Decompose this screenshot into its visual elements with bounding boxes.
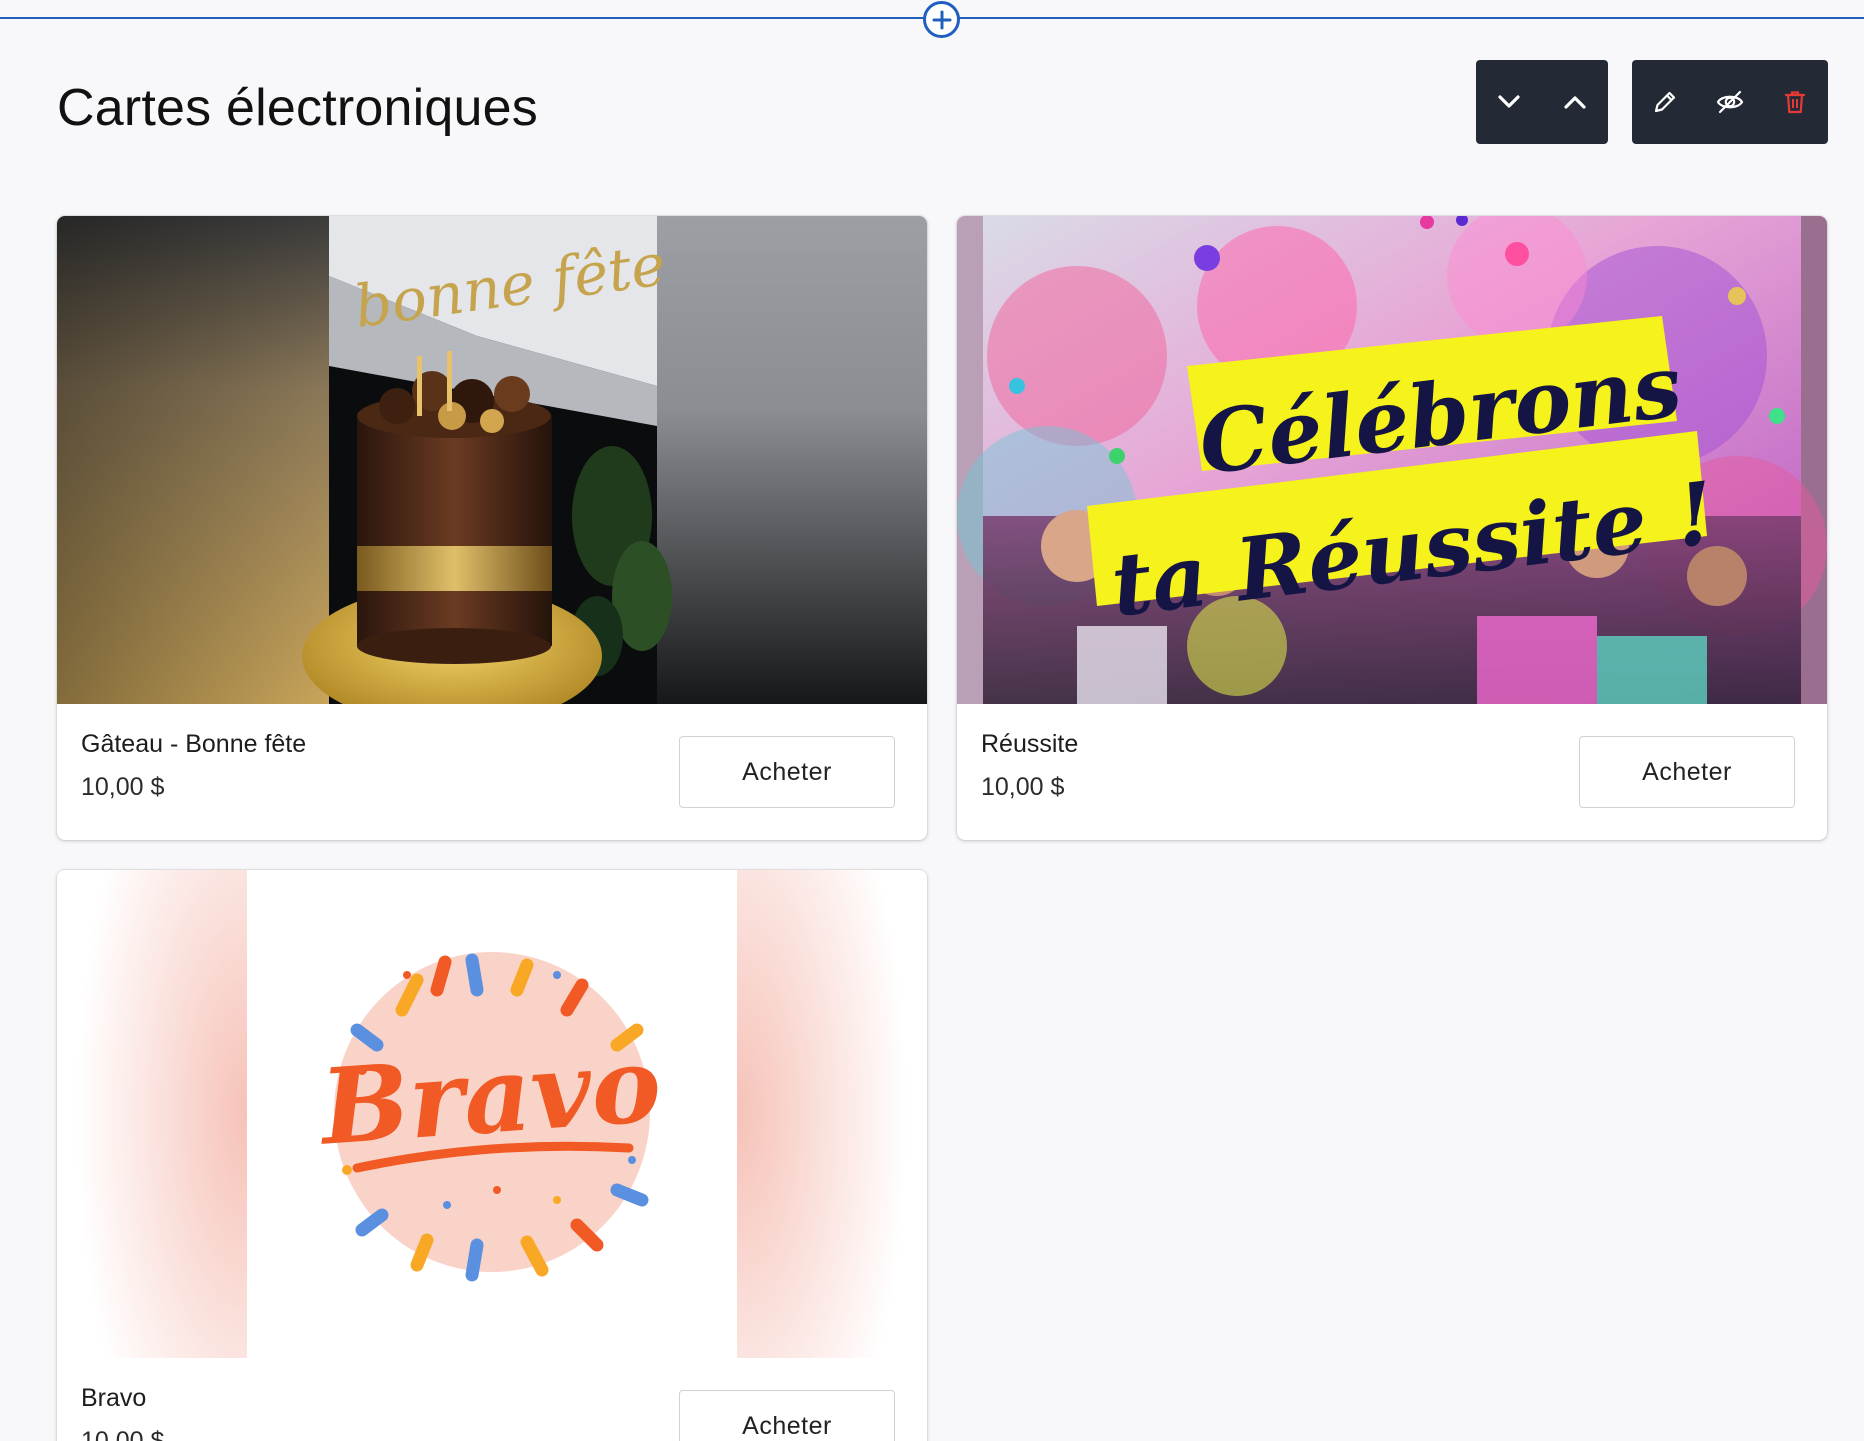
ecard-price: 10,00 $ bbox=[81, 773, 165, 801]
trash-icon bbox=[1785, 91, 1806, 114]
move-down-button[interactable] bbox=[1485, 78, 1533, 126]
chevron-down-icon bbox=[1498, 95, 1520, 108]
ecard-name: Bravo bbox=[81, 1384, 147, 1412]
ecard-info: Réussite 10,00 $ Acheter bbox=[957, 704, 1827, 840]
pencil-icon bbox=[1654, 91, 1675, 113]
ecard-item[interactable]: Bravo Bravo 10,00 $ Acheter bbox=[57, 870, 927, 1441]
ecard-image-bravo[interactable]: Bravo bbox=[57, 870, 927, 1358]
delete-button[interactable] bbox=[1771, 78, 1819, 126]
plus-icon bbox=[932, 10, 951, 29]
ecard-price: 10,00 $ bbox=[81, 1427, 165, 1441]
edit-button[interactable] bbox=[1641, 78, 1689, 126]
eye-off-icon bbox=[1716, 90, 1744, 114]
ecard-item[interactable]: Célébrons ta Réussite ! Réussite 10,00 $… bbox=[957, 216, 1827, 840]
page: Cartes électroniques bonne fête Gâteau -… bbox=[0, 0, 1864, 1441]
celebration-image: Célébrons ta Réussite ! bbox=[957, 216, 1827, 704]
cake-image: bonne fête bbox=[57, 216, 927, 704]
ecard-image-success[interactable]: Célébrons ta Réussite ! bbox=[957, 216, 1827, 704]
ecard-item[interactable]: bonne fête Gâteau - Bonne fête 10,00 $ A… bbox=[57, 216, 927, 840]
ecard-price: 10,00 $ bbox=[981, 773, 1065, 801]
actions-toolbar bbox=[1632, 60, 1828, 144]
ecard-name: Gâteau - Bonne fête bbox=[81, 730, 307, 758]
ecard-name: Réussite bbox=[981, 730, 1079, 758]
hide-button[interactable] bbox=[1706, 78, 1754, 126]
ecard-info: Gâteau - Bonne fête 10,00 $ Acheter bbox=[57, 704, 927, 840]
bravo-image: Bravo bbox=[57, 870, 927, 1358]
buy-button[interactable]: Acheter bbox=[679, 736, 895, 808]
move-up-button[interactable] bbox=[1551, 78, 1599, 126]
buy-button[interactable]: Acheter bbox=[1579, 736, 1795, 808]
add-section-button[interactable] bbox=[923, 1, 960, 38]
chevron-up-icon bbox=[1564, 96, 1586, 109]
ecard-image-cake[interactable]: bonne fête bbox=[57, 216, 927, 704]
ecard-info: Bravo 10,00 $ Acheter bbox=[57, 1358, 927, 1441]
buy-button[interactable]: Acheter bbox=[679, 1390, 895, 1441]
page-title: Cartes électroniques bbox=[57, 79, 538, 137]
move-toolbar bbox=[1476, 60, 1608, 144]
